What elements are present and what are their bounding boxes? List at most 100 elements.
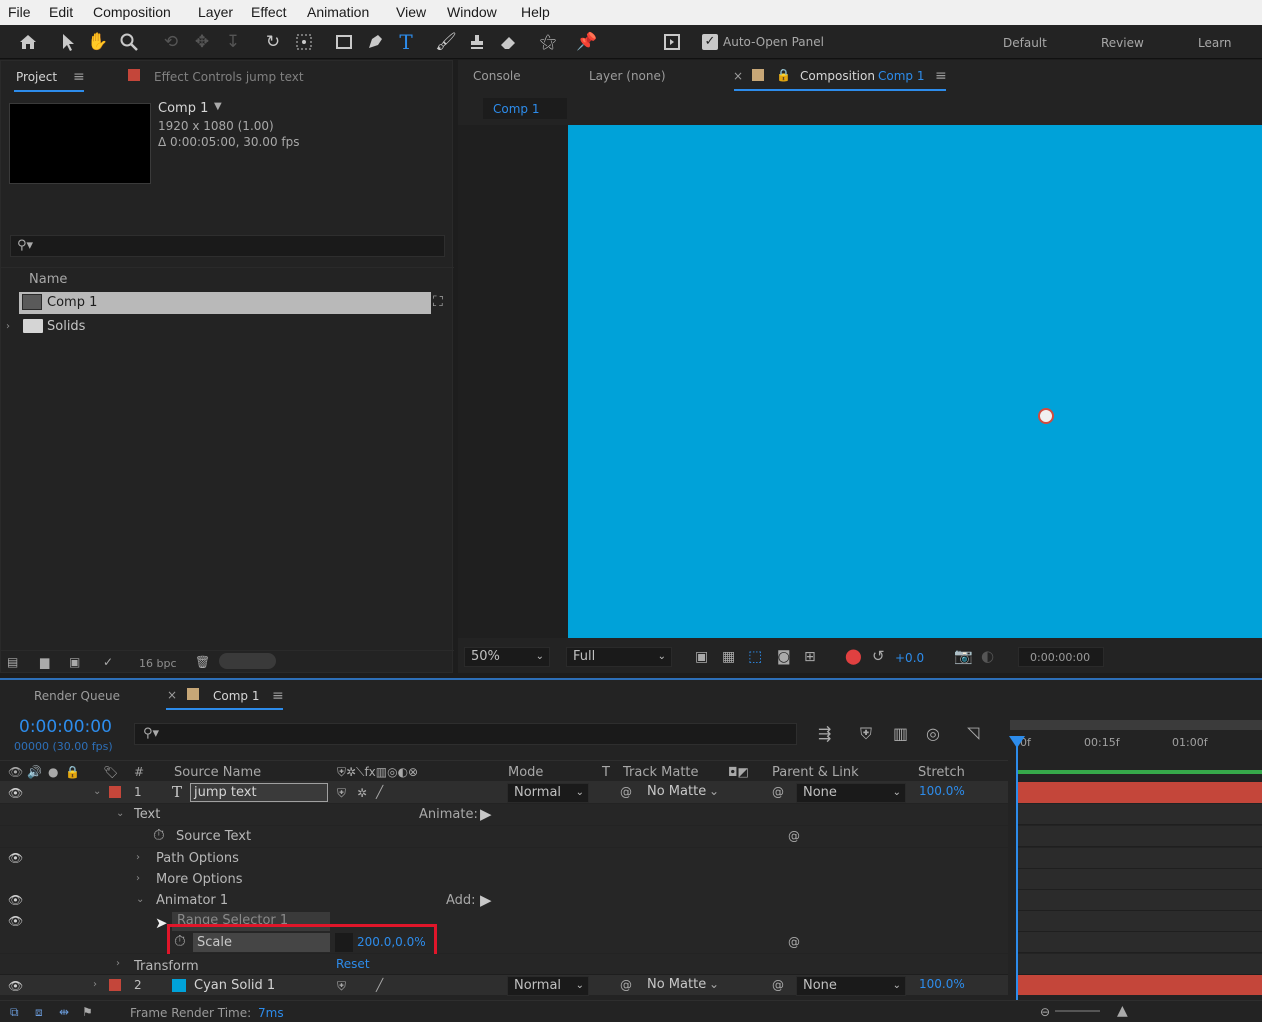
tab-console[interactable]: Console: [473, 69, 521, 83]
show-snapshot-icon[interactable]: ◐: [981, 649, 994, 664]
menu-effect[interactable]: Effect: [251, 4, 287, 20]
layer-label-color-2[interactable]: [109, 979, 121, 991]
video-toggle-icon[interactable]: 👁: [8, 765, 23, 779]
menu-view[interactable]: View: [396, 4, 426, 20]
hand-tool-icon[interactable]: ✋: [86, 30, 110, 54]
graph-editor-icon[interactable]: ◹: [967, 725, 979, 741]
project-item-solids[interactable]: Solids: [47, 319, 85, 334]
stopwatch-icon[interactable]: ⏱: [153, 828, 165, 843]
project-item-comp1[interactable]: Comp 1: [19, 292, 431, 314]
menu-edit[interactable]: Edit: [49, 4, 73, 20]
anchor-point-icon[interactable]: [1038, 408, 1054, 424]
column-parent-link[interactable]: Parent & Link: [772, 765, 859, 780]
property-row-text[interactable]: ⌄ Text Animate: ▶: [0, 804, 1008, 825]
workspace-review[interactable]: Review: [1101, 36, 1144, 50]
chevron-down-icon[interactable]: ▼: [214, 101, 222, 112]
timeline-search-input[interactable]: ⚲▾: [134, 723, 797, 745]
property-row-range-selector[interactable]: 👁 Range Selector 1 ➤: [0, 911, 1008, 932]
bit-depth-label[interactable]: 16 bpc: [139, 657, 177, 670]
parent-dropdown-2[interactable]: None ⌄: [796, 976, 906, 996]
channel-icon[interactable]: ⬤: [845, 649, 862, 664]
column-stretch[interactable]: Stretch: [918, 765, 965, 780]
column-source-name[interactable]: Source Name: [174, 765, 261, 780]
zoom-in-icon[interactable]: ▲: [1117, 1004, 1128, 1018]
tab-layer[interactable]: Layer (none): [589, 69, 666, 83]
layer-switches-icon[interactable]: ⧉: [10, 1005, 19, 1019]
layer-bar-1[interactable]: [1017, 782, 1262, 803]
zoom-tool-icon[interactable]: [117, 30, 141, 54]
solo-icon[interactable]: ●: [48, 765, 58, 779]
column-name-header[interactable]: Name: [29, 272, 67, 287]
eye-icon[interactable]: 👁: [8, 786, 23, 800]
play-arrow-icon[interactable]: ▶: [480, 805, 492, 823]
matte-source-icon[interactable]: @: [620, 978, 632, 992]
pickwhip-icon[interactable]: @: [772, 785, 784, 799]
tab-composition[interactable]: Composition: [800, 69, 875, 83]
shy-switch-icon[interactable]: ⛨: [337, 786, 346, 800]
menu-composition[interactable]: Composition: [93, 4, 171, 20]
stretch-value-2[interactable]: 100.0%: [919, 977, 965, 991]
workspace-learn[interactable]: Learn: [1198, 36, 1232, 50]
motion-blur-icon[interactable]: ◎: [926, 726, 940, 742]
lock-icon[interactable]: 🔒: [776, 68, 791, 82]
puppet-pin-tool-icon[interactable]: 📌: [575, 30, 599, 54]
layer-name-2[interactable]: Cyan Solid 1: [194, 978, 275, 993]
tab-effect-controls[interactable]: Effect Controls jump text: [154, 70, 304, 84]
exposure-value[interactable]: +0.0: [895, 651, 924, 665]
reset-link[interactable]: Reset: [336, 957, 370, 971]
mask-visibility-icon[interactable]: ⬚: [748, 649, 762, 664]
column-preserve-transparency[interactable]: T: [602, 765, 610, 780]
chevron-down-icon[interactable]: ⌄: [709, 784, 719, 798]
in-out-icon[interactable]: ⇹: [59, 1005, 69, 1019]
eye-icon[interactable]: 👁: [8, 914, 23, 928]
menu-help[interactable]: Help: [521, 4, 550, 20]
expression-pickwhip-icon[interactable]: @: [788, 935, 800, 949]
layer-bar-2[interactable]: [1017, 974, 1262, 995]
resolution-dropdown[interactable]: Full ⌄: [566, 647, 672, 667]
panel-menu-icon[interactable]: ≡: [935, 68, 947, 84]
matte-source-icon[interactable]: @: [620, 785, 632, 799]
comp-info-name[interactable]: Comp 1: [158, 101, 208, 116]
layer-row-2[interactable]: 👁 › 2 Cyan Solid 1 ⛨ ╱ Normal ⌄ @ No Matt…: [0, 974, 1008, 996]
layer-name-field-1[interactable]: jump text: [190, 783, 328, 802]
thumbnail-slider[interactable]: [219, 653, 276, 669]
grid-guides-icon[interactable]: ⊞: [804, 650, 816, 664]
transparency-grid-icon[interactable]: ▦: [722, 650, 735, 664]
time-ruler[interactable]: 0f 00:15f 01:00f: [1010, 730, 1262, 758]
new-folder-icon[interactable]: ▆: [40, 655, 49, 669]
clone-stamp-tool-icon[interactable]: [465, 30, 489, 54]
orbit-tool-icon[interactable]: ⟲: [159, 30, 183, 54]
chevron-down-icon[interactable]: ⌄: [709, 977, 719, 991]
comp-mini-flowchart-icon[interactable]: ⇶: [818, 726, 831, 742]
expression-pickwhip-icon[interactable]: @: [788, 829, 800, 843]
mode-dropdown-1[interactable]: Normal ⌄: [507, 783, 589, 803]
stretch-value-1[interactable]: 100.0%: [919, 784, 965, 798]
rectangle-tool-icon[interactable]: [332, 30, 356, 54]
composition-canvas[interactable]: [568, 125, 1262, 638]
pickwhip-icon[interactable]: @: [772, 978, 784, 992]
panel-menu-icon[interactable]: ≡: [73, 69, 85, 85]
snapshot-icon[interactable]: 📷: [954, 649, 973, 664]
eye-icon[interactable]: 👁: [8, 893, 23, 907]
property-row-source-text[interactable]: ⏱ Source Text @: [0, 826, 1008, 847]
play-arrow-icon[interactable]: ▶: [480, 891, 492, 909]
column-mode[interactable]: Mode: [508, 765, 543, 780]
chevron-down-icon[interactable]: ⌄: [116, 808, 124, 819]
menu-animation[interactable]: Animation: [307, 4, 369, 20]
interpret-footage-icon[interactable]: ▤: [7, 655, 18, 669]
property-row-transform[interactable]: › Transform Reset: [0, 954, 1008, 975]
region-of-interest-icon[interactable]: ◙: [777, 650, 791, 664]
mode-dropdown-2[interactable]: Normal ⌄: [507, 976, 589, 996]
dolly-tool-icon[interactable]: ↧: [221, 30, 245, 54]
chevron-down-icon[interactable]: ⌄: [136, 894, 144, 905]
rotate-tool-icon[interactable]: ↻: [261, 30, 285, 54]
pen-tool-icon[interactable]: [363, 30, 387, 54]
shy-switch-icon[interactable]: ⛨: [337, 979, 346, 993]
menu-window[interactable]: Window: [447, 4, 497, 20]
property-row-path-options[interactable]: 👁 › Path Options: [0, 848, 1008, 869]
panel-menu-icon[interactable]: ≡: [272, 688, 284, 704]
property-row-more-options[interactable]: › More Options: [0, 869, 1008, 890]
timeline-current-time[interactable]: 0:00:00:00: [19, 717, 112, 737]
flowchart-icon[interactable]: ⛶: [433, 294, 443, 310]
chevron-right-icon[interactable]: ›: [116, 958, 120, 969]
